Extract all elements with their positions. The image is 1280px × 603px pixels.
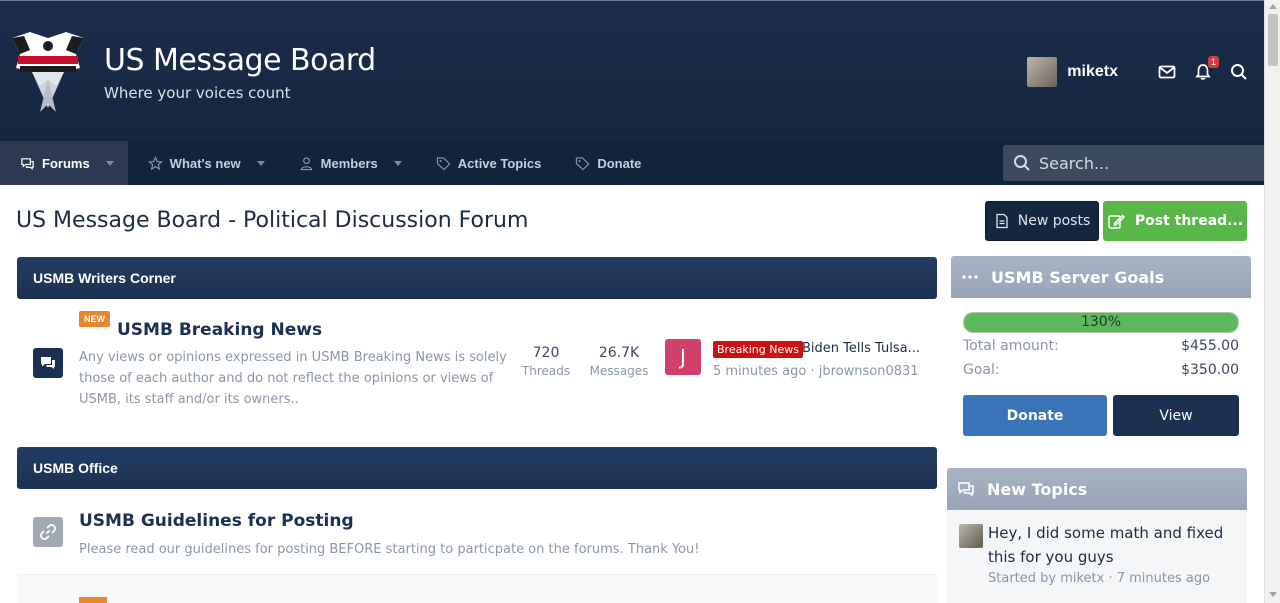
forum-description: Any views or opinions expressed in USMB … bbox=[79, 347, 519, 410]
forum-row-partial bbox=[17, 574, 937, 603]
forum-chat-icon bbox=[33, 348, 63, 378]
nav-tab-members[interactable]: Members bbox=[279, 141, 416, 185]
user-icon bbox=[300, 156, 312, 170]
view-button[interactable]: View bbox=[1113, 395, 1239, 436]
nav-tab-forums[interactable]: Forums bbox=[0, 141, 128, 185]
new-posts-label: New posts bbox=[1017, 213, 1091, 229]
goal-progress-bar: 130% bbox=[963, 312, 1239, 333]
page: US Message Board Where your voices count… bbox=[0, 0, 1280, 603]
alerts-button[interactable]: 1 bbox=[1192, 56, 1219, 83]
forum-row-guidelines: USMB Guidelines for Posting Please read … bbox=[17, 489, 937, 573]
nav-tab-active-topics[interactable]: Active Topics bbox=[416, 141, 556, 185]
topic-title-link[interactable]: Hey, I did some math and fixed this for … bbox=[988, 521, 1238, 569]
widget-header: USMB Server Goals bbox=[951, 256, 1251, 298]
site-tagline: Where your voices count bbox=[104, 84, 291, 102]
nav-search-input[interactable]: Search... bbox=[1003, 145, 1264, 181]
nav-label: What's new bbox=[169, 155, 241, 171]
scroll-up-arrow[interactable] bbox=[1269, 4, 1277, 9]
nav-label: Members bbox=[320, 155, 378, 171]
new-topics-widget: New Topics Hey, I did some math and fixe… bbox=[947, 468, 1247, 603]
last-thread-link[interactable]: Biden Tells Tulsa... bbox=[802, 341, 920, 356]
search-placeholder: Search... bbox=[1039, 153, 1110, 173]
widget-title: USMB Server Goals bbox=[991, 267, 1165, 287]
goal-label: Goal: bbox=[963, 362, 1000, 378]
search-button[interactable] bbox=[1228, 61, 1250, 83]
total-amount-row: Total amount: $455.00 bbox=[963, 338, 1239, 354]
new-badge bbox=[79, 597, 107, 603]
link-icon bbox=[33, 517, 63, 547]
goal-row: Goal: $350.00 bbox=[963, 362, 1239, 378]
edit-icon bbox=[1108, 214, 1125, 229]
tag-icon bbox=[436, 156, 451, 170]
total-label: Total amount: bbox=[963, 338, 1059, 354]
user-avatar[interactable] bbox=[1027, 57, 1058, 87]
nav-tab-donate[interactable]: Donate bbox=[555, 141, 655, 185]
user-area: miketx 1 bbox=[1027, 53, 1250, 91]
new-posts-button[interactable]: New posts bbox=[985, 201, 1099, 241]
envelope-icon bbox=[1158, 65, 1176, 79]
nav-tab-whats-new[interactable]: What's new bbox=[128, 141, 279, 185]
last-poster-avatar[interactable]: J bbox=[665, 339, 701, 375]
tag-icon bbox=[576, 156, 590, 170]
forum-row-breaking-news: NEW USMB Breaking News Any views or opin… bbox=[17, 299, 937, 439]
site-title[interactable]: US Message Board bbox=[104, 43, 376, 78]
nav-label: Donate bbox=[597, 155, 642, 171]
post-thread-label: Post thread... bbox=[1134, 213, 1244, 229]
site-logo[interactable] bbox=[10, 28, 86, 114]
threads-label: Threads bbox=[521, 364, 571, 378]
post-thread-button[interactable]: Post thread... bbox=[1103, 201, 1247, 241]
messages-stat: 26.7K Messages bbox=[585, 345, 653, 378]
forum-description: Please read our guidelines for posting B… bbox=[79, 542, 700, 557]
scroll-down-arrow[interactable] bbox=[1269, 592, 1277, 597]
scroll-thumb[interactable] bbox=[1268, 14, 1278, 66]
ellipsis-icon bbox=[962, 275, 978, 279]
last-post-meta[interactable]: 5 minutes ago · jbrownson0831 bbox=[713, 364, 919, 379]
search-icon bbox=[1014, 155, 1030, 171]
category-header[interactable]: USMB Office bbox=[17, 447, 937, 489]
total-value: $455.00 bbox=[1181, 338, 1239, 354]
topic-author-avatar[interactable] bbox=[959, 524, 983, 548]
chevron-down-icon[interactable] bbox=[393, 160, 402, 166]
alerts-badge: 1 bbox=[1207, 56, 1219, 68]
site-header: US Message Board Where your voices count… bbox=[0, 0, 1264, 141]
forum-description-line: those of each author and do not reflect … bbox=[79, 371, 494, 386]
thread-prefix-badge[interactable]: Breaking News bbox=[713, 341, 803, 358]
main-nav: Forums What's new Members Active Topics … bbox=[0, 141, 1264, 185]
page-scrollbar[interactable] bbox=[1264, 0, 1280, 603]
comments-icon bbox=[958, 482, 974, 497]
topic-meta[interactable]: Started by miketx · 7 minutes ago bbox=[988, 571, 1210, 586]
document-icon bbox=[996, 213, 1008, 229]
progress-text: 130% bbox=[1080, 314, 1122, 330]
threads-count: 720 bbox=[532, 345, 560, 361]
messages-label: Messages bbox=[589, 364, 649, 378]
widget-header: New Topics bbox=[947, 468, 1247, 510]
nav-label: Active Topics bbox=[457, 155, 542, 171]
forum-title[interactable]: USMB Breaking News bbox=[117, 320, 322, 340]
threads-stat: 720 Threads bbox=[515, 345, 577, 378]
chevron-down-icon[interactable] bbox=[105, 160, 114, 166]
page-title: US Message Board - Political Discussion … bbox=[16, 208, 529, 233]
forum-description-line: USMB, its staff and/or its owners.. bbox=[79, 392, 299, 407]
widget-title: New Topics bbox=[987, 479, 1088, 499]
inbox-button[interactable] bbox=[1156, 61, 1178, 83]
donate-button[interactable]: Donate bbox=[963, 395, 1107, 436]
category-header[interactable]: USMB Writers Corner bbox=[17, 257, 937, 299]
messages-count: 26.7K bbox=[598, 345, 640, 361]
server-goals-widget: USMB Server Goals 130% Total amount: $45… bbox=[951, 256, 1251, 440]
chevron-down-icon[interactable] bbox=[256, 160, 265, 166]
nav-label: Forums bbox=[42, 155, 90, 171]
search-icon bbox=[1231, 64, 1247, 80]
forum-description-line: Any views or opinions expressed in USMB … bbox=[79, 350, 507, 365]
new-badge: NEW bbox=[79, 311, 110, 327]
goal-value: $350.00 bbox=[1181, 362, 1239, 378]
forum-title[interactable]: USMB Guidelines for Posting bbox=[79, 511, 354, 531]
comments-icon bbox=[21, 157, 34, 170]
star-icon bbox=[147, 155, 163, 170]
username-link[interactable]: miketx bbox=[1067, 63, 1118, 81]
